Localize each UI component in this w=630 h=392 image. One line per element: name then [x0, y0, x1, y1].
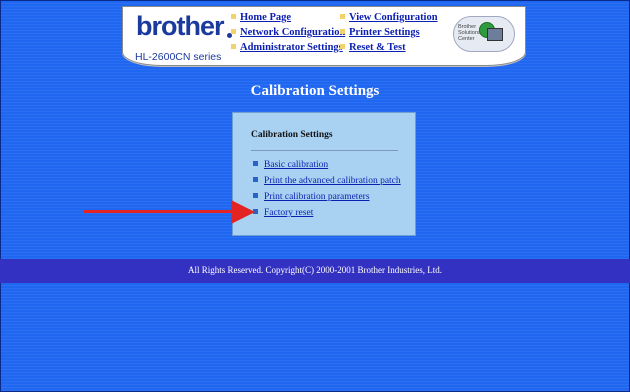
monitor-icon [487, 28, 503, 41]
nav-reset-test[interactable]: Reset & Test [340, 42, 406, 53]
red-arrow-icon [231, 200, 255, 224]
brother-logo: brother [136, 11, 224, 41]
nav-printer-settings[interactable]: Printer Settings [340, 27, 420, 38]
nav-home-page[interactable]: Home Page [231, 12, 291, 23]
copyright-text: All Rights Reserved. Copyright(C) 2000-2… [188, 265, 442, 275]
square-bullet-icon [253, 161, 258, 166]
link-label: Print calibration parameters [264, 192, 370, 202]
calibration-panel: Calibration Settings Basic calibration P… [232, 112, 416, 236]
model-name: HL-2600CN series [135, 51, 222, 63]
basic-calibration-link[interactable]: Basic calibration [253, 160, 328, 170]
nav-network-configuration[interactable]: Network Configuration [231, 27, 345, 38]
square-bullet-icon [253, 193, 258, 198]
page-title: Calibration Settings [250, 83, 380, 99]
link-label: Factory reset [264, 208, 314, 218]
red-arrow-shaft [84, 210, 232, 213]
footer-band: All Rights Reserved. Copyright(C) 2000-2… [0, 259, 630, 283]
print-advanced-calibration-patch-link[interactable]: Print the advanced calibration patch [253, 176, 401, 186]
square-bullet-icon [253, 177, 258, 182]
nav-administrator-settings[interactable]: Administrator Settings [231, 42, 343, 53]
factory-reset-link[interactable]: Factory reset [253, 208, 313, 218]
link-label: Print the advanced calibration patch [264, 176, 401, 186]
print-calibration-parameters-link[interactable]: Print calibration parameters [253, 192, 370, 202]
divider [251, 150, 398, 151]
link-label: Basic calibration [264, 160, 329, 170]
solutions-center-button[interactable]: Brother Solutions Center [453, 16, 515, 52]
nav-view-configuration[interactable]: View Configuration [340, 12, 438, 23]
panel-heading: Calibration Settings [251, 130, 333, 140]
solutions-center-label: Brother Solutions Center [458, 24, 481, 42]
header-banner: brother HL-2600CN series Home Page Netwo… [122, 6, 526, 66]
